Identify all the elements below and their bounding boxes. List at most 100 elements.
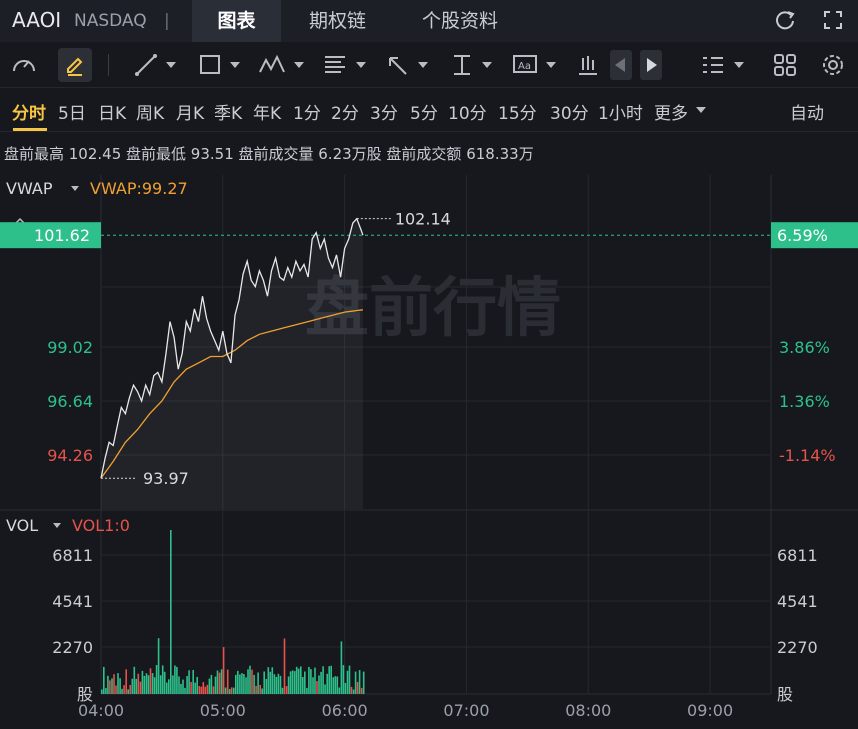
pen-tool-button[interactable] [58,48,92,82]
text-tool-icon[interactable]: Aa [512,52,538,78]
period-2[interactable]: 日K [98,99,126,124]
volume-bar [310,669,312,694]
measure-tool-icon[interactable] [450,52,474,78]
period-15[interactable]: 更多 [654,99,688,124]
volume-bar [170,530,172,694]
period-0[interactable]: 分时 [12,99,46,124]
volume-bar [358,670,361,694]
grid-layout-icon[interactable] [772,52,798,78]
volume-bar [255,685,257,694]
candle-type-icon[interactable] [576,52,600,78]
volume-bar [155,665,158,694]
volume-bar [249,665,251,694]
price-axis-label: 94.26 [47,446,93,465]
volume-bar [176,666,178,694]
more-chevron-down-icon[interactable] [696,107,706,113]
period-9[interactable]: 3分 [370,99,398,124]
volume-bar [149,668,152,694]
next-button[interactable] [640,50,662,80]
chevron-down-icon[interactable] [734,62,744,68]
fullscreen-icon[interactable] [822,9,844,31]
period-1[interactable]: 5日 [58,99,86,124]
period-3[interactable]: 周K [136,99,164,124]
volume-bar [216,670,219,694]
volume-bar [206,684,209,694]
rectangle-tool-icon[interactable] [198,52,222,78]
tab-profile[interactable]: 个股资料 [400,0,520,42]
tab-options[interactable]: 期权链 [290,0,385,42]
gauge-icon[interactable] [10,52,38,78]
settings-icon[interactable] [820,52,846,78]
volume-bar [356,682,359,694]
chevron-down-icon[interactable] [482,62,492,68]
volume-bar [163,671,166,694]
volume-bar [320,671,322,694]
prev-button[interactable] [610,50,632,80]
volume-bar [338,687,341,694]
volume-bar [293,671,296,694]
chevron-down-icon[interactable] [166,62,176,68]
volume-bar [342,665,345,694]
volume-bar [336,676,339,694]
header-bar: AAOI NASDAQ | 图表 期权链 个股资料 [0,0,858,42]
vol-axis-label-right: 4541 [777,592,818,611]
time-axis-label: 05:00 [200,701,246,720]
volume-bar [135,678,138,694]
chart-area[interactable]: 盘前行情102.1493.97VWAP VWAP:99.27101.62 6.59%… [0,170,858,729]
chevron-down-icon[interactable] [230,62,240,68]
layout-list-icon[interactable] [700,52,726,78]
volume-bar [105,688,107,694]
chevron-down-icon[interactable] [294,62,304,68]
pattern-tool-icon[interactable] [258,52,286,78]
refresh-icon[interactable] [774,9,796,31]
volume-bar [330,665,332,694]
period-8[interactable]: 2分 [331,99,359,124]
volume-bar [291,670,294,694]
volume-bar [263,671,265,694]
volume-bar [107,675,109,694]
volume-bar [222,647,225,694]
auto-button[interactable]: 自动 [790,99,824,124]
vol-axis-label-right: 2270 [777,638,818,657]
separator: | [164,11,170,31]
volume-bar [194,682,196,694]
svg-text:Aa: Aa [518,61,531,72]
tab-chart[interactable]: 图表 [192,0,281,42]
fib-tool-icon[interactable] [322,52,348,78]
volume-bar [218,672,221,694]
volume-bar [271,667,274,694]
volume-bar [251,669,253,694]
arrow-tool-icon[interactable] [386,52,410,78]
time-axis-label: 08:00 [565,701,611,720]
volume-bar [151,673,154,694]
chevron-down-icon[interactable] [546,62,556,68]
volume-bar [123,685,125,694]
period-7[interactable]: 1分 [293,99,321,124]
volume-bar [212,686,215,694]
volume-bar [241,673,243,694]
pct-axis-label: 3.86% [779,338,830,357]
volume-bar [237,670,239,694]
volume-bar [326,673,328,694]
volume-bar [200,686,203,694]
period-6[interactable]: 年K [253,99,281,124]
volume-bar [186,676,188,694]
line-tool-icon[interactable] [134,52,158,78]
chevron-down-icon[interactable] [418,62,428,68]
volume-bar [202,682,205,694]
volume-bar [233,687,235,694]
period-13[interactable]: 30分 [550,99,589,124]
period-4[interactable]: 月K [176,99,204,124]
period-5[interactable]: 季K [214,99,242,124]
period-12[interactable]: 15分 [498,99,537,124]
period-10[interactable]: 5分 [410,99,438,124]
volume-bar [166,682,168,694]
period-11[interactable]: 10分 [448,99,487,124]
period-14[interactable]: 1小时 [598,99,643,124]
volume-bar [239,674,241,694]
chevron-down-icon[interactable] [356,62,366,68]
volume-bar [103,666,105,694]
volume-bar [101,689,103,694]
vol-axis-label-left: 2270 [52,638,93,657]
next-icon [647,58,657,72]
